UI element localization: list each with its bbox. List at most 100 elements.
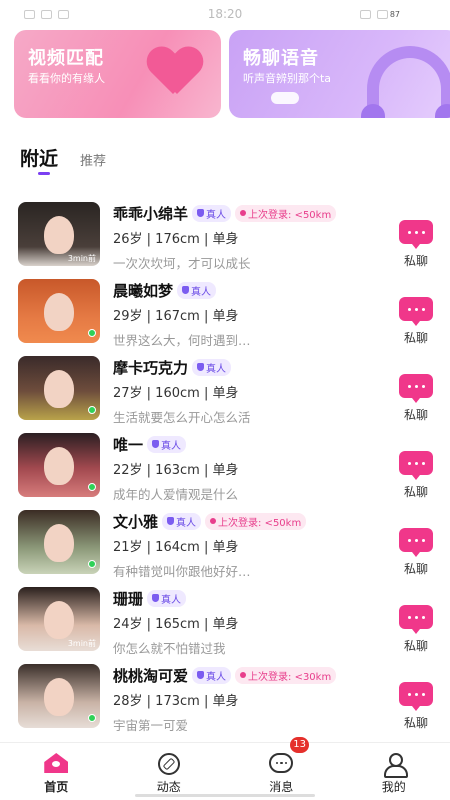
avatar-face xyxy=(44,293,74,331)
list-item[interactable]: 3min前 珊珊 真人 24岁 | 165cm | 单身 你怎么就不怕错过我 私… xyxy=(0,583,450,660)
list-item[interactable]: 摩卡巧克力 真人 27岁 | 160cm | 单身 生活就要怎么开心怎么活 私聊 xyxy=(0,352,450,429)
avatar[interactable] xyxy=(18,356,100,420)
notification-icon xyxy=(58,9,69,19)
user-info: 唯一 真人 22岁 | 163cm | 单身 成年的人爱情观是什么 xyxy=(113,433,238,503)
user-name: 晨曦如梦 xyxy=(113,281,174,300)
user-bio: 有种错觉叫你跟他好好… xyxy=(113,564,251,579)
online-indicator xyxy=(88,560,96,568)
nav-profile[interactable]: 我的 xyxy=(338,743,450,800)
online-indicator xyxy=(88,714,96,722)
verified-label: 真人 xyxy=(206,363,227,375)
user-name: 文小雅 xyxy=(113,512,159,531)
tab-recommend[interactable]: 推荐 xyxy=(80,150,106,171)
signal-icon xyxy=(377,9,388,19)
signal-icons xyxy=(360,9,388,19)
list-item[interactable]: 晨曦如梦 真人 29岁 | 167cm | 单身 世界这么大，何时遇到… 私聊 xyxy=(0,275,450,352)
user-info: 文小雅 真人 上次登录: <50km 21岁 | 164cm | 单身 有种错觉… xyxy=(113,510,307,580)
user-bio: 一次次坎坷，才可以成长 xyxy=(113,256,251,271)
verified-badge: 真人 xyxy=(147,589,187,607)
verified-label: 真人 xyxy=(161,594,182,606)
video-match-banner[interactable]: 视频匹配 看看你的有缘人 xyxy=(14,30,221,118)
nav-home[interactable]: 首页 xyxy=(0,743,113,800)
nav-moments[interactable]: 动态 xyxy=(113,743,226,800)
user-meta: 27岁 | 160cm | 单身 xyxy=(113,386,239,401)
chat-label: 私聊 xyxy=(403,408,428,422)
login-distance: 上次登录: <50km xyxy=(248,209,332,221)
shield-icon xyxy=(197,209,205,217)
user-icon xyxy=(383,753,408,778)
notification-icon xyxy=(24,9,35,19)
user-info: 乖乖小绵羊 真人 上次登录: <50km 26岁 | 176cm | 单身 一次… xyxy=(113,202,337,272)
verified-badge: 真人 xyxy=(192,358,232,376)
avatar-face xyxy=(44,370,74,408)
list-item[interactable]: 3min前 乖乖小绵羊 真人 上次登录: <50km 26岁 | 176cm |… xyxy=(0,198,450,275)
name-line: 桃桃淘可爱 真人 上次登录: <30km xyxy=(113,664,337,686)
status-icons xyxy=(24,9,69,19)
private-chat-button[interactable]: 私聊 xyxy=(398,605,434,654)
avatar[interactable] xyxy=(18,433,100,497)
name-line: 晨曦如梦 真人 xyxy=(113,279,251,301)
status-bar: 18:20 87 xyxy=(0,0,450,28)
list-item[interactable]: 唯一 真人 22岁 | 163cm | 单身 成年的人爱情观是什么 私聊 xyxy=(0,429,450,506)
battery-level: 87 xyxy=(389,9,400,19)
avatar[interactable] xyxy=(18,664,100,728)
tab-indicator xyxy=(38,172,50,175)
login-distance: 上次登录: <30km xyxy=(248,671,332,683)
user-meta: 29岁 | 167cm | 单身 xyxy=(113,309,239,324)
user-meta: 28岁 | 173cm | 单身 xyxy=(113,694,239,709)
verified-label: 真人 xyxy=(191,286,212,298)
verified-badge: 真人 xyxy=(147,435,187,453)
user-info: 珊珊 真人 24岁 | 165cm | 单身 你怎么就不怕错过我 xyxy=(113,587,238,657)
name-line: 唯一 真人 xyxy=(113,433,238,455)
online-indicator xyxy=(88,406,96,414)
name-line: 乖乖小绵羊 真人 上次登录: <50km xyxy=(113,202,337,224)
user-name: 唯一 xyxy=(113,435,144,454)
user-info: 晨曦如梦 真人 29岁 | 167cm | 单身 世界这么大，何时遇到… xyxy=(113,279,251,349)
user-meta: 21岁 | 164cm | 单身 xyxy=(113,540,239,555)
avatar[interactable] xyxy=(18,510,100,574)
heart-icon xyxy=(147,48,203,100)
chat-label: 私聊 xyxy=(403,254,428,268)
nav-label: 首页 xyxy=(44,780,69,794)
home-indicator xyxy=(135,794,315,797)
avatar-face xyxy=(44,601,74,639)
chat-bubble-icon xyxy=(399,528,433,557)
user-name: 摩卡巧克力 xyxy=(113,358,189,377)
chat-label: 私聊 xyxy=(403,716,428,730)
private-chat-button[interactable]: 私聊 xyxy=(398,220,434,269)
verified-badge: 真人 xyxy=(162,512,202,530)
private-chat-button[interactable]: 私聊 xyxy=(398,528,434,577)
chat-label: 私聊 xyxy=(403,562,428,576)
banner-subtitle: 听声音辨别那个ta xyxy=(243,72,332,85)
list-item[interactable]: 桃桃淘可爱 真人 上次登录: <30km 28岁 | 173cm | 单身 宇宙… xyxy=(0,660,450,737)
tab-nearby[interactable]: 附近 xyxy=(20,144,59,175)
list-item[interactable]: 文小雅 真人 上次登录: <50km 21岁 | 164cm | 单身 有种错觉… xyxy=(0,506,450,583)
user-bio: 宇宙第一可爱 xyxy=(113,718,189,733)
shield-icon xyxy=(167,517,175,525)
private-chat-button[interactable]: 私聊 xyxy=(398,682,434,731)
avatar[interactable]: 3min前 xyxy=(18,587,100,651)
status-time: 18:20 xyxy=(207,7,243,21)
online-indicator xyxy=(88,483,96,491)
user-info: 摩卡巧克力 真人 27岁 | 160cm | 单身 生活就要怎么开心怎么活 xyxy=(113,356,251,426)
user-meta: 26岁 | 176cm | 单身 xyxy=(113,232,239,247)
shield-icon xyxy=(197,363,205,371)
verified-badge: 真人 xyxy=(192,666,232,684)
private-chat-button[interactable]: 私聊 xyxy=(398,451,434,500)
avatar[interactable]: 3min前 xyxy=(18,202,100,266)
avatar[interactable] xyxy=(18,279,100,343)
private-chat-button[interactable]: 私聊 xyxy=(398,297,434,346)
user-name: 乖乖小绵羊 xyxy=(113,204,189,223)
notification-icon xyxy=(41,9,52,19)
shield-icon xyxy=(152,594,160,602)
location-icon xyxy=(240,672,247,678)
name-line: 文小雅 真人 上次登录: <50km xyxy=(113,510,307,532)
tab-label: 附近 xyxy=(20,148,59,170)
private-chat-button[interactable]: 私聊 xyxy=(398,374,434,423)
voice-chat-banner[interactable]: 畅聊语音 听声音辨别那个ta xyxy=(229,30,450,118)
user-info: 桃桃淘可爱 真人 上次登录: <30km 28岁 | 173cm | 单身 宇宙… xyxy=(113,664,337,734)
message-icon xyxy=(269,753,294,773)
chat-label: 私聊 xyxy=(403,331,428,345)
nav-messages[interactable]: 13 消息 xyxy=(225,737,338,800)
user-bio: 成年的人爱情观是什么 xyxy=(113,487,239,502)
